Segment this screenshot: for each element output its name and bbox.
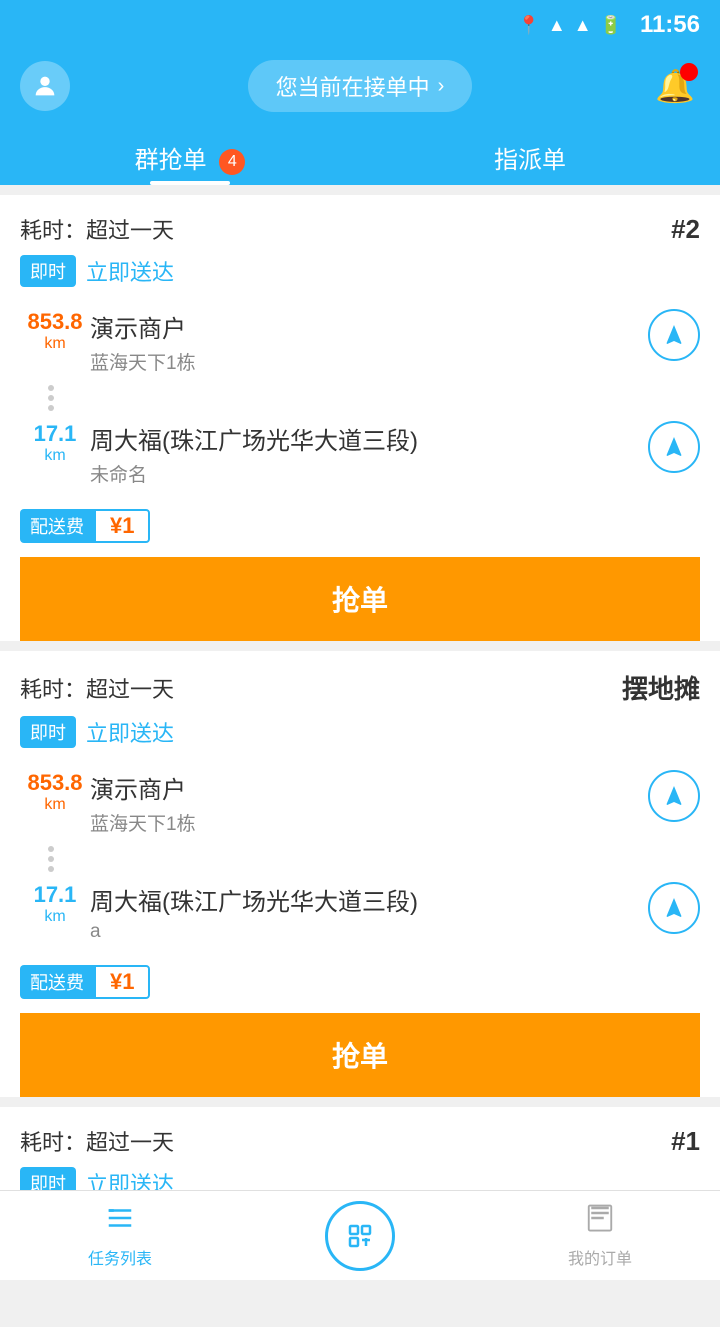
instant-row-2: 即时 立即送达	[20, 716, 700, 748]
to-info-2: 周大福(珠江广场光华大道三段) a	[90, 882, 648, 943]
order-num-3: #1	[671, 1126, 700, 1157]
to-dist-2: 17.1 km	[20, 882, 90, 926]
tab-assigned-orders[interactable]: 指派单	[360, 126, 700, 185]
scan-icon[interactable]	[325, 1201, 395, 1271]
wifi-icon: ▲	[548, 15, 566, 36]
order-card-1: 耗时：超过一天 #2 即时 立即送达 853.8 km 演示商户 蓝海天下1栋	[0, 195, 720, 641]
fee-amount-1: ¥1	[94, 509, 150, 543]
nav-my-orders-label: 我的订单	[568, 1245, 632, 1269]
from-dist-1: 853.8 km	[20, 309, 90, 353]
content-area: 耗时：超过一天 #2 即时 立即送达 853.8 km 演示商户 蓝海天下1栋	[0, 195, 720, 1327]
status-bar: 📍 ▲ ▲ 🔋 11:56	[0, 0, 720, 50]
from-row-1: 853.8 km 演示商户 蓝海天下1栋	[20, 301, 700, 383]
nav-item-scan[interactable]	[240, 1201, 480, 1271]
nav-task-list-label: 任务列表	[88, 1245, 152, 1269]
grab-btn-2[interactable]: 抢单	[20, 1013, 700, 1097]
order-card-2: 耗时：超过一天 摆地摊 即时 立即送达 853.8 km 演示商户 蓝海天下1栋	[0, 651, 720, 1097]
header-top: 您当前在接单中 › 🔔	[20, 60, 700, 112]
time-cost-3: 耗时：超过一天	[20, 1125, 174, 1157]
time-cost-1: 耗时：超过一天	[20, 213, 174, 245]
instant-label-1: 立即送达	[86, 255, 174, 287]
fee-amount-2: ¥1	[94, 965, 150, 999]
instant-tag-2: 即时	[20, 716, 76, 748]
divider-1	[20, 383, 700, 413]
to-info-1: 周大福(珠江广场光华大道三段) 未命名	[90, 421, 648, 487]
instant-tag-1: 即时	[20, 255, 76, 287]
tab-group-badge: 4	[219, 149, 245, 175]
status-pill-text: 您当前在接单中	[276, 70, 430, 102]
from-dist-2: 853.8 km	[20, 770, 90, 814]
arrow-icon: ›	[438, 75, 445, 98]
card-header-2: 耗时：超过一天 摆地摊	[20, 669, 700, 706]
notification-badge	[680, 63, 698, 81]
order-num-2: 摆地摊	[622, 669, 700, 706]
tab-group-orders[interactable]: 群抢单 4	[20, 126, 360, 185]
navigate-from-btn-2[interactable]	[648, 770, 700, 822]
status-icons: 📍 ▲ ▲ 🔋	[517, 15, 622, 36]
fee-row-2: 配送费 ¥1	[20, 965, 700, 999]
navigate-to-btn-1[interactable]	[648, 421, 700, 473]
instant-row-1: 即时 立即送达	[20, 255, 700, 287]
order-num-1: #2	[671, 214, 700, 245]
to-row-2: 17.1 km 周大福(珠江广场光华大道三段) a	[20, 874, 700, 951]
to-dist-1: 17.1 km	[20, 421, 90, 465]
status-time: 11:56	[640, 11, 700, 39]
card-header-1: 耗时：超过一天 #2	[20, 213, 700, 245]
tabs: 群抢单 4 指派单	[20, 126, 700, 185]
navigate-from-btn-1[interactable]	[648, 309, 700, 361]
time-cost-2: 耗时：超过一天	[20, 672, 174, 704]
location-icon: 📍	[517, 15, 539, 36]
nav-item-task-list[interactable]: 任务列表	[0, 1203, 240, 1269]
instant-label-2: 立即送达	[86, 716, 174, 748]
from-info-2: 演示商户 蓝海天下1栋	[90, 770, 648, 836]
grab-btn-1[interactable]: 抢单	[20, 557, 700, 641]
header: 您当前在接单中 › 🔔 群抢单 4 指派单	[0, 50, 720, 185]
tab-assigned-label: 指派单	[494, 147, 566, 174]
bottom-nav: 任务列表 我的订单	[0, 1190, 720, 1280]
signal-icon: ▲	[574, 15, 592, 36]
task-list-icon	[105, 1203, 135, 1241]
avatar[interactable]	[20, 61, 70, 111]
my-orders-icon	[585, 1203, 615, 1241]
bell-wrapper[interactable]: 🔔	[650, 61, 700, 111]
status-pill[interactable]: 您当前在接单中 ›	[248, 60, 473, 112]
battery-icon: 🔋	[600, 15, 622, 36]
location-section-1: 853.8 km 演示商户 蓝海天下1栋	[20, 301, 700, 495]
from-row-2: 853.8 km 演示商户 蓝海天下1栋	[20, 762, 700, 844]
fee-row-1: 配送费 ¥1	[20, 509, 700, 543]
fee-label-1: 配送费	[20, 509, 94, 543]
fee-label-2: 配送费	[20, 965, 94, 999]
tab-group-label: 群抢单	[135, 147, 207, 174]
card-header-3: 耗时：超过一天 #1	[20, 1125, 700, 1157]
to-row-1: 17.1 km 周大福(珠江广场光华大道三段) 未命名	[20, 413, 700, 495]
nav-item-my-orders[interactable]: 我的订单	[480, 1203, 720, 1269]
location-section-2: 853.8 km 演示商户 蓝海天下1栋	[20, 762, 700, 951]
divider-2	[20, 844, 700, 874]
from-info-1: 演示商户 蓝海天下1栋	[90, 309, 648, 375]
navigate-to-btn-2[interactable]	[648, 882, 700, 934]
